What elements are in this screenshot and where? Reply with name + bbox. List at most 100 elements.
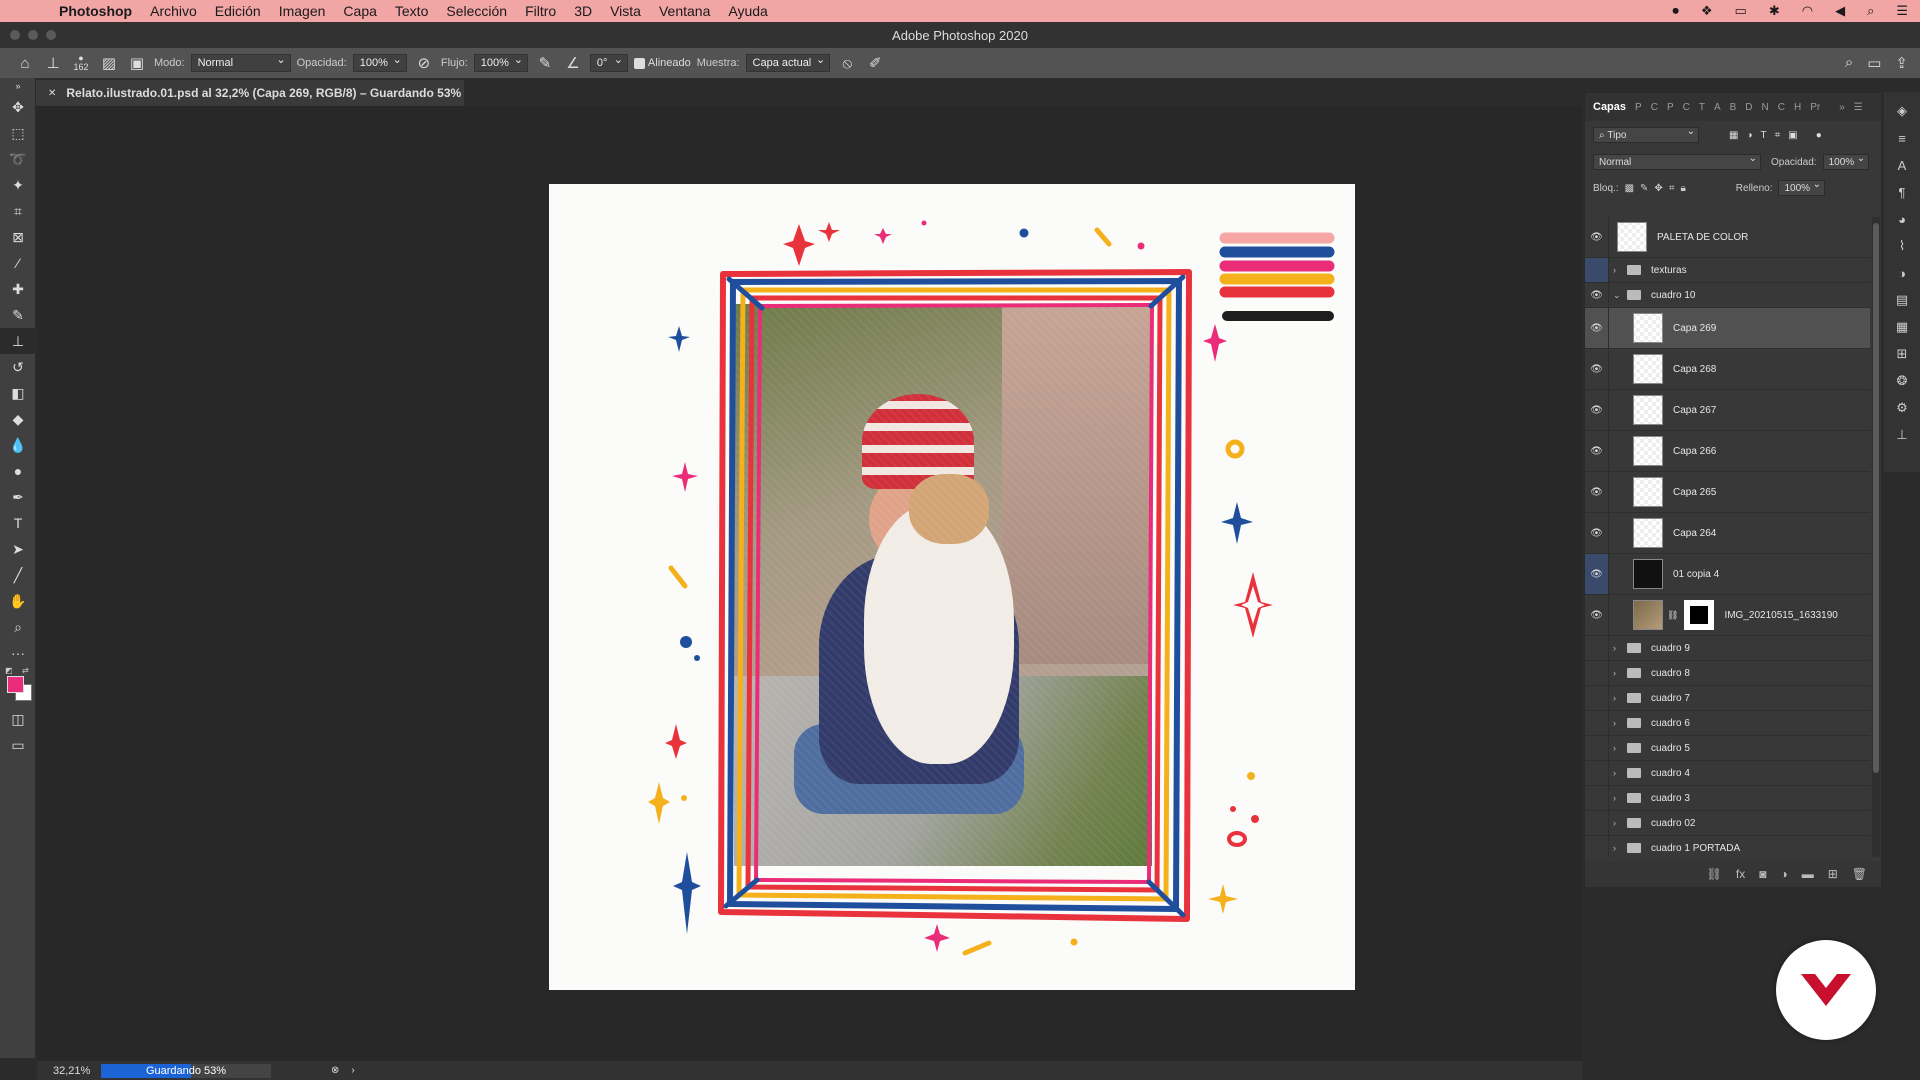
- mode-select[interactable]: Normal: [190, 53, 291, 72]
- chevron-right-icon[interactable]: ›: [1613, 768, 1625, 778]
- group-row[interactable]: › cuadro 8: [1585, 661, 1870, 686]
- paragraph-icon[interactable]: ¶: [1892, 183, 1912, 201]
- chevron-right-icon[interactable]: ›: [1613, 693, 1625, 703]
- brush-settings-icon[interactable]: ⚙: [1892, 399, 1912, 417]
- move-tool-icon[interactable]: ✥: [0, 94, 36, 120]
- layer-filter-select[interactable]: ⌕ Tipo: [1593, 126, 1699, 143]
- visibility-eye-icon[interactable]: 👁︎: [1585, 349, 1609, 389]
- layer-row[interactable]: 👁︎ Capa 267: [1585, 390, 1870, 431]
- visibility-eye-icon[interactable]: [1585, 786, 1609, 810]
- character-icon[interactable]: A: [1892, 156, 1912, 174]
- angle-input[interactable]: 0°: [589, 53, 628, 72]
- visibility-eye-icon[interactable]: 👁︎: [1585, 554, 1609, 594]
- menu-vista[interactable]: Vista: [601, 3, 650, 19]
- brush-preview-icon[interactable]: ● 162: [70, 52, 92, 74]
- group-row[interactable]: › cuadro 3: [1585, 786, 1870, 811]
- layer-thumbnail[interactable]: [1633, 436, 1663, 466]
- link-layers-icon[interactable]: ⛓: [1707, 867, 1722, 881]
- swap-colors-icon[interactable]: ⇄: [22, 666, 29, 675]
- menu-imagen[interactable]: Imagen: [270, 3, 335, 19]
- swatches-icon[interactable]: ▦: [1892, 318, 1912, 336]
- close-tab-icon[interactable]: ✕: [48, 88, 56, 99]
- layers-scrollbar-thumb[interactable]: [1873, 223, 1879, 773]
- menu-ayuda[interactable]: Ayuda: [719, 3, 776, 19]
- canvas-area[interactable]: [37, 106, 1582, 1061]
- brush-tool-icon[interactable]: ✎: [0, 302, 36, 328]
- minimize-window-button[interactable]: [28, 30, 38, 40]
- clone-stamp-tool-icon[interactable]: ⊥: [0, 328, 36, 354]
- share-icon[interactable]: ⇪: [1895, 54, 1908, 72]
- lock-artboard-icon[interactable]: ⌗: [1669, 183, 1675, 194]
- eyedropper-tool-icon[interactable]: ⁄: [0, 250, 36, 276]
- visibility-eye-icon[interactable]: [1585, 686, 1609, 710]
- search-icon[interactable]: ⌕: [1845, 54, 1853, 72]
- layer-row[interactable]: 👁︎ Capa 266: [1585, 431, 1870, 472]
- eraser-tool-icon[interactable]: ◧: [0, 380, 36, 406]
- filter-shape-icon[interactable]: ⌗: [1775, 130, 1781, 141]
- control-center-icon[interactable]: ☰: [1896, 3, 1908, 19]
- pen-tool-icon[interactable]: ✒: [0, 484, 36, 510]
- libraries-icon[interactable]: ▤: [1892, 291, 1912, 309]
- visibility-eye-icon[interactable]: 👁︎: [1585, 431, 1609, 471]
- chevron-right-icon[interactable]: ›: [1613, 643, 1625, 653]
- menu-texto[interactable]: Texto: [386, 3, 437, 19]
- magic-wand-tool-icon[interactable]: ✦: [0, 172, 36, 198]
- group-row[interactable]: › cuadro 5: [1585, 736, 1870, 761]
- tab-other-4[interactable]: C: [1683, 102, 1690, 113]
- fx-icon[interactable]: fx: [1736, 867, 1745, 881]
- cancel-save-icon[interactable]: ⊗: [331, 1065, 339, 1076]
- layer-opacity-input[interactable]: 100%: [1822, 153, 1870, 170]
- layer-thumbnail[interactable]: [1633, 313, 1663, 343]
- layer-row[interactable]: 👁︎ ⛓ IMG_20210515_1633190: [1585, 595, 1870, 636]
- collapse-icon[interactable]: »: [0, 78, 36, 94]
- foreground-color-swatch[interactable]: [7, 676, 24, 693]
- group-row[interactable]: › cuadro 7: [1585, 686, 1870, 711]
- mask-link-icon[interactable]: ⛓: [1667, 610, 1678, 621]
- opacity-select[interactable]: 100%: [352, 53, 407, 72]
- screen-mode-icon[interactable]: ▭: [0, 732, 36, 758]
- frame-tool-icon[interactable]: ⊠: [0, 224, 36, 250]
- default-colors-icon[interactable]: ◩: [5, 666, 13, 675]
- aligned-checkbox[interactable]: Alineado: [633, 57, 691, 69]
- aligned-checkbox-box[interactable]: [633, 57, 645, 69]
- paths-icon[interactable]: ⌇: [1892, 237, 1912, 255]
- lock-transparent-icon[interactable]: ▩: [1625, 183, 1634, 194]
- menu-ventana[interactable]: Ventana: [650, 3, 719, 19]
- group-row[interactable]: › cuadro 1 PORTADA: [1585, 836, 1870, 857]
- group-row[interactable]: › cuadro 02: [1585, 811, 1870, 836]
- layer-thumbnail[interactable]: [1617, 222, 1647, 252]
- chevron-right-icon[interactable]: ›: [1613, 743, 1625, 753]
- visibility-eye-icon[interactable]: [1585, 636, 1609, 660]
- trash-icon[interactable]: 🗑︎: [1852, 867, 1867, 881]
- ignore-adjustment-icon[interactable]: ⦸: [836, 52, 858, 74]
- stamp-tool-preset-icon[interactable]: ⊥: [42, 52, 64, 74]
- layer-thumbnail[interactable]: [1633, 477, 1663, 507]
- workspace-icon[interactable]: ▭: [1867, 54, 1881, 72]
- visibility-eye-icon[interactable]: 👁︎: [1585, 390, 1609, 430]
- 3d-icon[interactable]: ❂: [1892, 372, 1912, 390]
- layer-row[interactable]: 👁︎ Capa 269: [1585, 308, 1870, 349]
- hand-tool-icon[interactable]: ✋: [0, 588, 36, 614]
- visibility-eye-icon[interactable]: 👁︎: [1585, 513, 1609, 553]
- chevron-right-icon[interactable]: ›: [1613, 668, 1625, 678]
- new-group-icon[interactable]: ▬: [1802, 867, 1814, 881]
- pressure-size-icon[interactable]: ✐: [864, 52, 886, 74]
- more-tools-icon[interactable]: ···: [0, 640, 36, 666]
- group-row[interactable]: › texturas: [1585, 258, 1870, 283]
- menu-capa[interactable]: Capa: [334, 3, 385, 19]
- layer-mask-thumbnail[interactable]: [1684, 600, 1715, 630]
- visibility-eye-icon[interactable]: [1585, 836, 1609, 857]
- lasso-tool-icon[interactable]: ➰: [0, 146, 36, 172]
- group-row[interactable]: › cuadro 9: [1585, 636, 1870, 661]
- blend-mode-select[interactable]: Normal: [1593, 153, 1761, 170]
- home-icon[interactable]: ⌂: [14, 52, 36, 74]
- tab-other-10[interactable]: C: [1778, 102, 1785, 113]
- layer-thumbnail[interactable]: [1633, 600, 1663, 630]
- layer-row[interactable]: 👁︎ Capa 264: [1585, 513, 1870, 554]
- chevron-right-icon[interactable]: ›: [1613, 718, 1625, 728]
- visibility-eye-icon[interactable]: 👁︎: [1585, 283, 1609, 307]
- tab-other-5[interactable]: T: [1699, 102, 1705, 113]
- line-tool-icon[interactable]: ╱: [0, 562, 36, 588]
- tab-other-11[interactable]: H: [1794, 102, 1801, 113]
- fill-input[interactable]: 100%: [1778, 179, 1826, 196]
